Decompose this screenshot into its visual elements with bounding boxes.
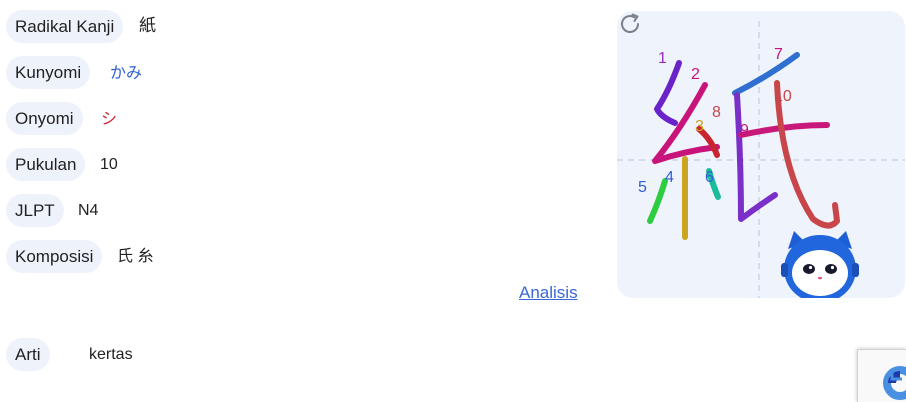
jlpt-label: JLPT [6, 194, 64, 227]
recaptcha-badge[interactable] [857, 349, 906, 402]
stroke-number: 8 [712, 104, 721, 121]
jlpt-value: N4 [78, 202, 99, 219]
stroke-number: 10 [774, 88, 792, 105]
meaning-value: kertas [89, 346, 133, 363]
radical-label: Radikal Kanji [6, 10, 124, 43]
kunyomi-value: かみ [110, 63, 143, 82]
composition-label: Komposisi [6, 240, 103, 273]
strokes-value: 10 [100, 156, 118, 173]
radical-value: 紙 [139, 16, 156, 36]
composition-value: 氏 糸 [117, 248, 154, 265]
stroke-number: 4 [665, 169, 674, 186]
stroke-1 [654, 60, 682, 126]
stroke-order-diagram: 1 2 3 4 5 6 7 8 9 10 [617, 21, 905, 298]
stroke-number: 2 [691, 66, 700, 83]
stroke-number: 1 [658, 50, 667, 67]
refresh-icon[interactable] [617, 11, 643, 37]
onyomi-value: シ [101, 109, 118, 128]
strokes-label: Pukulan [6, 148, 86, 181]
recaptcha-icon [883, 366, 906, 400]
stroke-5 [647, 178, 668, 224]
stroke-number: 7 [774, 46, 783, 63]
stroke-8 [734, 92, 778, 222]
stroke-number: 5 [638, 179, 647, 196]
stroke-number: 6 [705, 169, 714, 186]
robot-cat-mascot[interactable] [781, 231, 859, 298]
analysis-link[interactable]: Analisis [519, 283, 578, 303]
stroke-number: 3 [695, 118, 704, 135]
meaning-label: Arti [6, 338, 50, 371]
stroke-number: 9 [740, 122, 749, 139]
onyomi-label: Onyomi [6, 102, 83, 135]
kunyomi-label: Kunyomi [6, 56, 91, 89]
stroke-order-card: 1 2 3 4 5 6 7 8 9 10 [617, 11, 905, 298]
